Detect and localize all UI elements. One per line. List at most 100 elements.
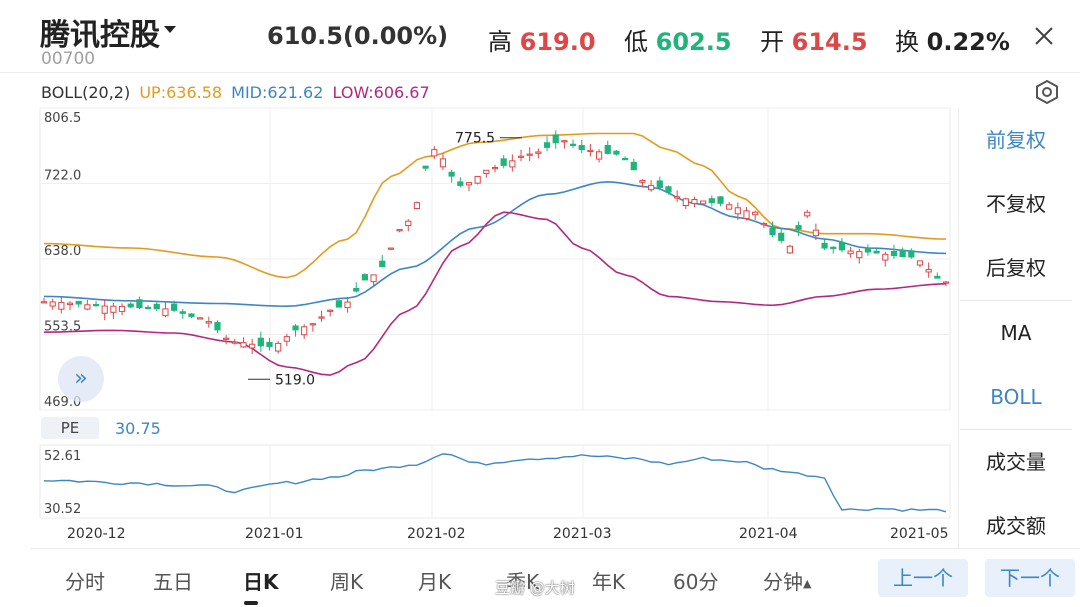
- candle-body: [717, 196, 724, 204]
- candle-body: [197, 317, 204, 320]
- candle-body: [908, 250, 915, 258]
- candle-body: [465, 182, 473, 186]
- candle-body: [821, 242, 828, 249]
- stat-open-label: 开: [760, 28, 784, 56]
- candle-body: [630, 161, 637, 171]
- tab-intraday[interactable]: 分时: [65, 566, 105, 595]
- candle-body: [691, 199, 698, 205]
- boll-middle-line: [43, 180, 947, 308]
- candle-body: [101, 305, 108, 314]
- candle-body: [405, 220, 412, 227]
- candle-body: [639, 180, 646, 183]
- candle-body: [301, 326, 308, 336]
- candle-body: [110, 305, 117, 313]
- tab-minute[interactable]: 分钟▲: [763, 566, 811, 595]
- tab-60min[interactable]: 60分: [673, 566, 718, 595]
- bottom-divider: [30, 548, 1080, 549]
- candle-body: [882, 253, 889, 261]
- watermark-text: 豆瓣 @大树: [495, 579, 575, 597]
- candle-body: [214, 322, 221, 331]
- sidebar: 前复权 不复权 后复权 MA BOLL 成交量 成交额: [960, 108, 1072, 558]
- candle-body: [144, 306, 152, 310]
- candle-body: [58, 301, 65, 310]
- sidebar-item-volume[interactable]: 成交量: [960, 430, 1072, 494]
- candle-body: [561, 140, 568, 143]
- sidebar-divider: [958, 108, 959, 548]
- candle-body: [674, 196, 681, 199]
- candle-body: [170, 303, 178, 311]
- candle-body: [543, 142, 551, 148]
- pe-line: [43, 453, 947, 513]
- next-button[interactable]: 下一个: [985, 559, 1075, 597]
- candle-body: [656, 180, 663, 188]
- candle-body: [665, 186, 672, 193]
- expand-arrow-icon[interactable]: »: [58, 356, 104, 402]
- candle-body: [734, 207, 741, 215]
- candle-body: [535, 151, 542, 154]
- candle-body: [500, 158, 507, 166]
- x-tick-label: 2021-04: [739, 526, 798, 542]
- candle-body: [223, 337, 230, 340]
- chevron-down-icon[interactable]: [164, 26, 176, 33]
- tab-daily-k[interactable]: 日K: [243, 566, 279, 595]
- stock-code: 00700: [41, 49, 96, 69]
- tab-minute-label: 分钟: [763, 570, 803, 594]
- candle-body: [205, 321, 212, 324]
- stat-low: 低 602.5: [624, 22, 732, 57]
- candle-body: [396, 229, 403, 232]
- candle-body: [925, 269, 932, 273]
- settings-hexagon-icon[interactable]: [1033, 78, 1061, 106]
- candle-body: [188, 313, 195, 317]
- stat-open: 开 614.5: [760, 22, 868, 57]
- sidebar-item-qfq[interactable]: 前复权: [960, 108, 1072, 172]
- tab-weekly-k[interactable]: 周K: [330, 566, 363, 595]
- stock-name[interactable]: 腾讯控股: [40, 10, 160, 54]
- sidebar-item-bfq[interactable]: 不复权: [960, 172, 1072, 236]
- candle-body: [84, 304, 91, 310]
- sidebar-item-boll[interactable]: BOLL: [960, 365, 1072, 429]
- pe-tick-low: 30.52: [44, 502, 81, 517]
- candle-body: [682, 198, 689, 207]
- candle-body: [760, 222, 767, 226]
- candle-body: [448, 171, 455, 177]
- candle-body: [934, 275, 941, 279]
- candle-body: [127, 303, 134, 308]
- candle-body: [856, 251, 863, 259]
- stat-open-value: 614.5: [791, 28, 868, 56]
- candle-body: [838, 241, 846, 251]
- sidebar-item-ma[interactable]: MA: [960, 301, 1072, 365]
- stat-turnover-label: 换: [895, 28, 919, 56]
- candle-body: [335, 300, 342, 308]
- prev-button[interactable]: 上一个: [878, 559, 968, 597]
- candle-body: [890, 251, 898, 257]
- candle-body: [344, 301, 351, 309]
- pe-badge[interactable]: PE: [41, 417, 99, 439]
- candle-body: [309, 323, 316, 326]
- candle-body: [491, 167, 499, 170]
- x-tick-label: 2020-12: [67, 526, 126, 542]
- candle-body: [75, 300, 82, 305]
- sidebar-item-hfq[interactable]: 后复权: [960, 236, 1072, 300]
- kline-chart[interactable]: 806.5722.0638.0553.5469.0775.5519.052.61…: [0, 100, 960, 550]
- candle-body: [942, 281, 950, 284]
- candle-body: [587, 149, 594, 153]
- tab-monthly-k[interactable]: 月K: [418, 566, 451, 595]
- candle-body: [266, 341, 273, 347]
- candle-body: [283, 336, 290, 342]
- x-tick-label: 2021-01: [245, 526, 304, 542]
- candle-body: [778, 232, 785, 241]
- candle-body: [431, 149, 438, 157]
- tab-five-day[interactable]: 五日: [153, 566, 193, 595]
- candle-body: [457, 181, 464, 186]
- pe-value: 30.75: [115, 419, 161, 438]
- candle-body: [92, 304, 100, 307]
- candle-body: [483, 169, 490, 174]
- candle-body: [379, 260, 386, 267]
- x-tick-label: 2021-05: [890, 526, 949, 542]
- candle-body: [916, 260, 924, 266]
- close-icon[interactable]: [1030, 22, 1058, 50]
- stat-turnover-value: 0.22%: [926, 28, 1010, 56]
- candle-body: [509, 160, 516, 168]
- tab-yearly-k[interactable]: 年K: [592, 566, 625, 595]
- candle-body: [526, 153, 533, 156]
